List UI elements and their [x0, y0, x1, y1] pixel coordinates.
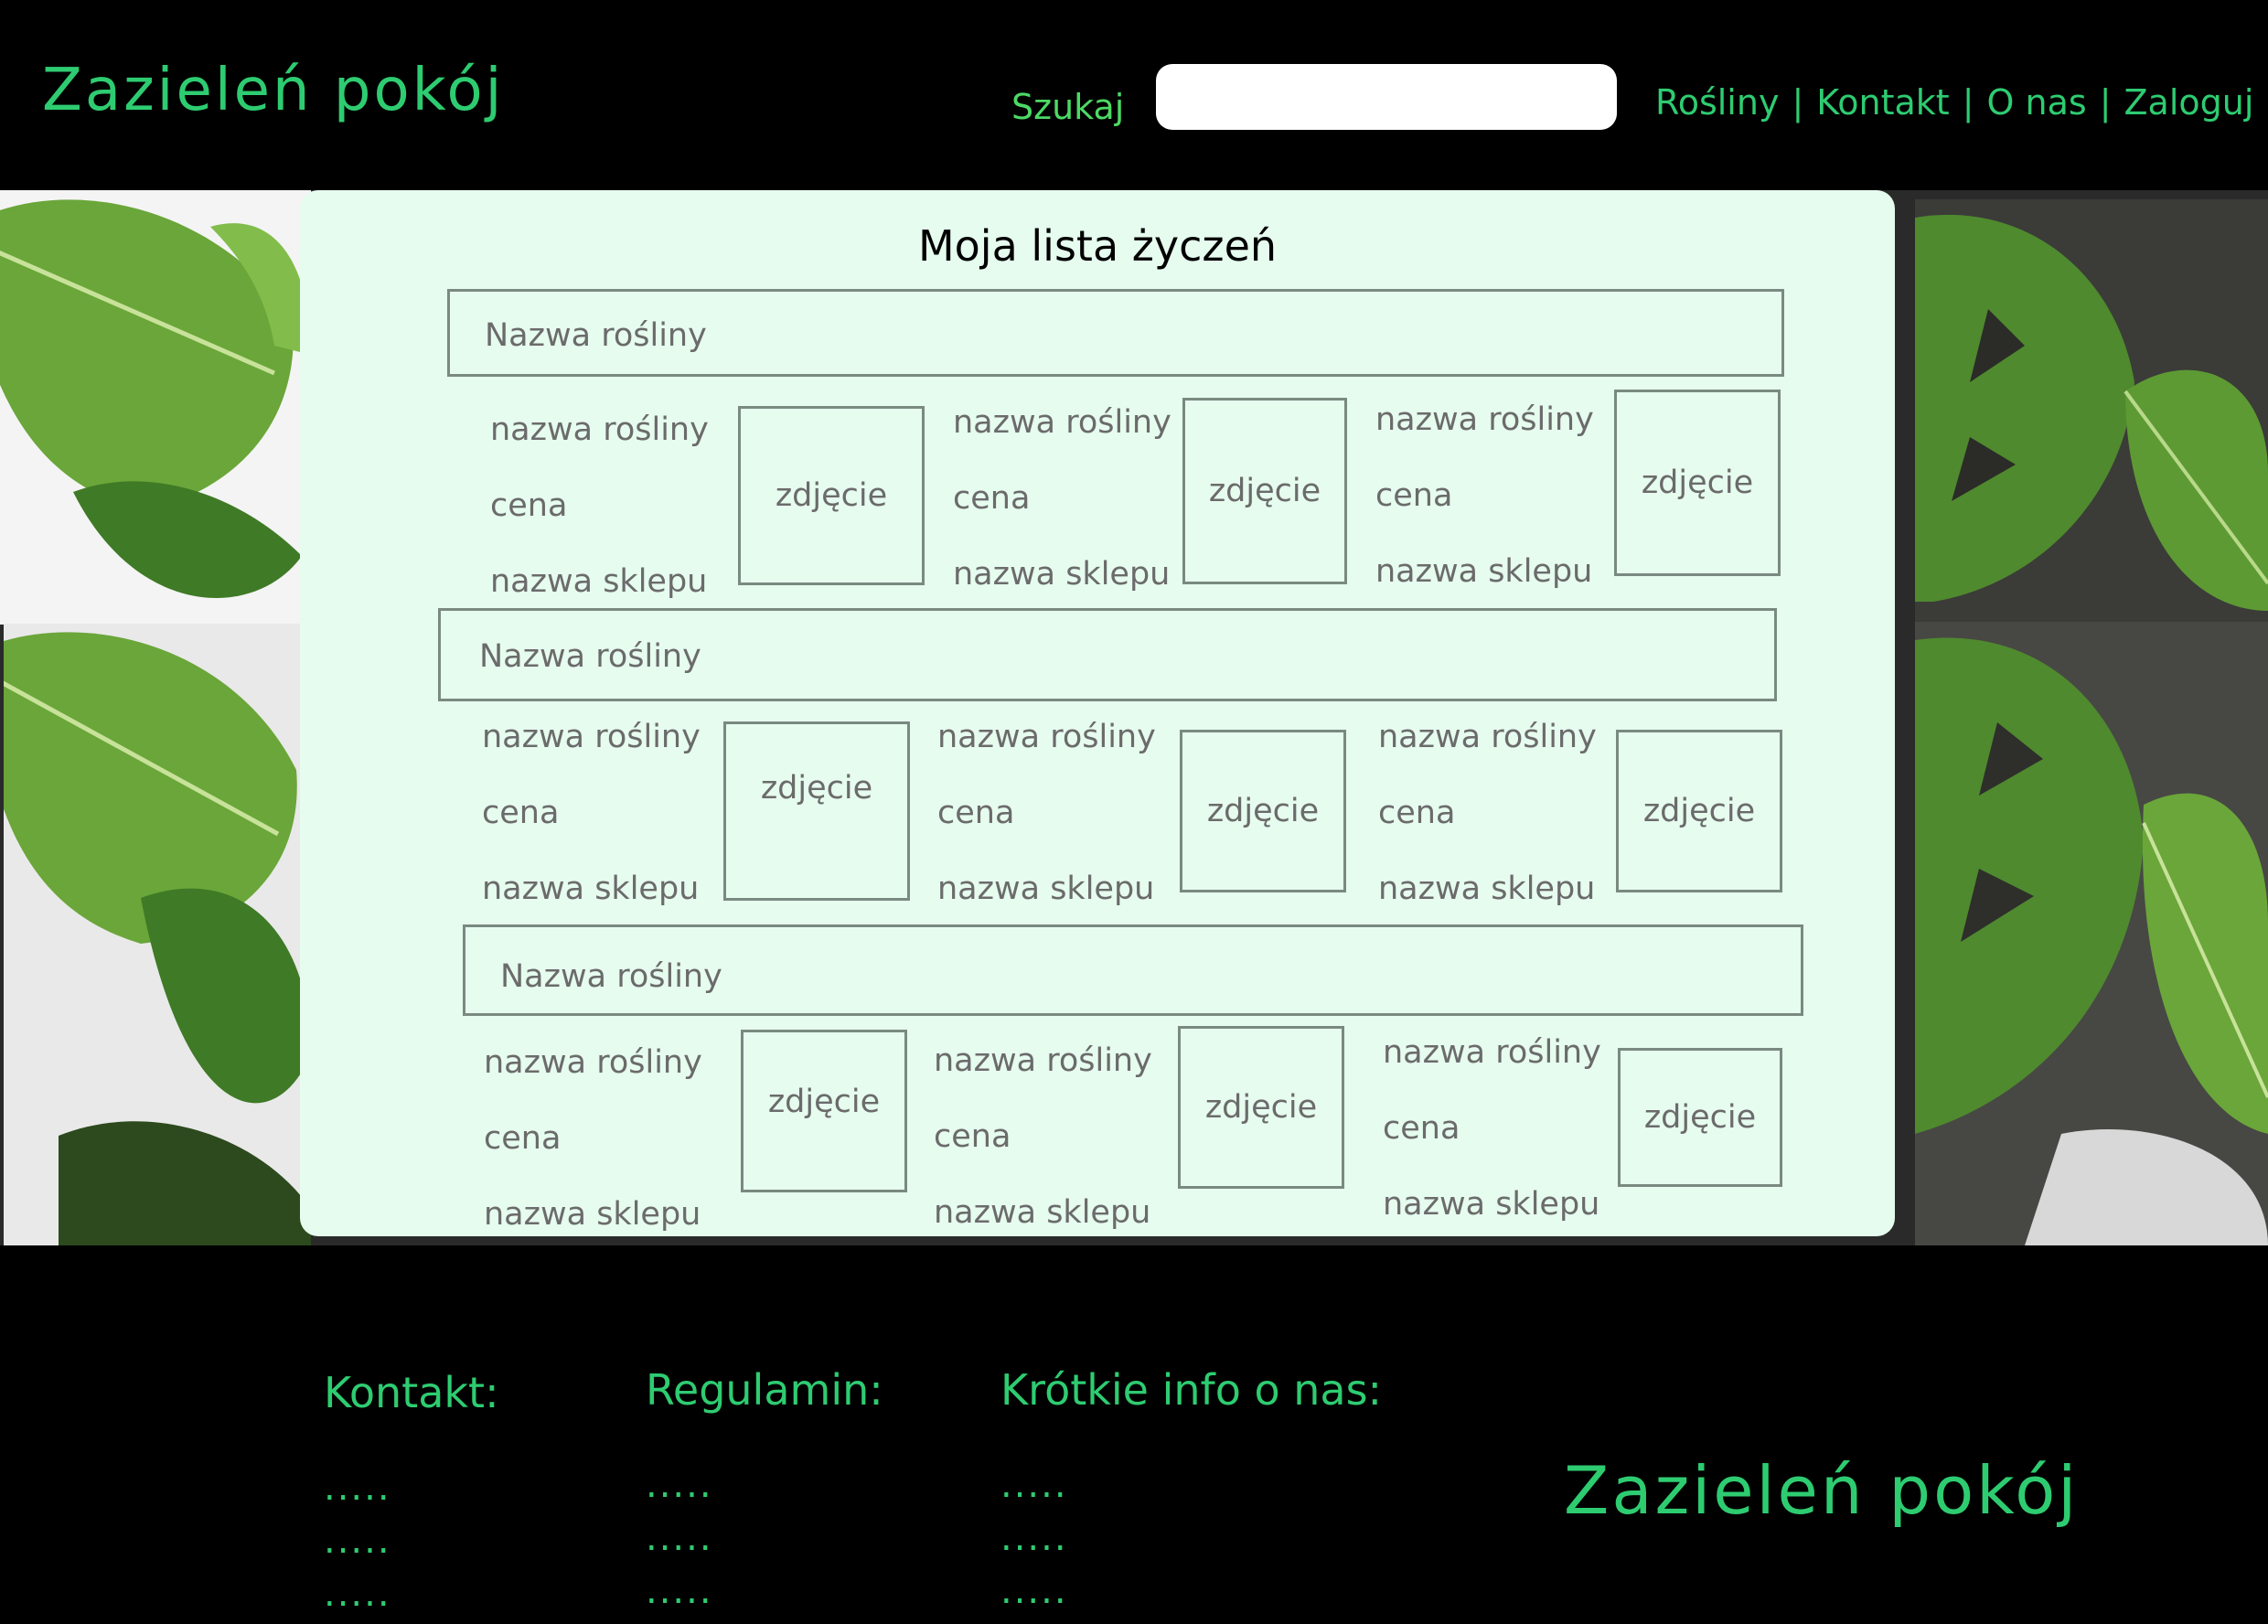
item-photo-placeholder[interactable]: zdjęcie: [1182, 398, 1347, 584]
footer-line[interactable]: .....: [324, 1567, 499, 1620]
item-price: cena: [1383, 1110, 1460, 1147]
photo-label: zdjęcie: [1208, 473, 1321, 509]
item-photo-placeholder[interactable]: zdjęcie: [1618, 1048, 1782, 1187]
leaf-image-left-top: [0, 190, 311, 625]
page-title: Moja lista życzeń: [917, 221, 1278, 271]
site-logo[interactable]: Zazieleń pokój: [42, 57, 504, 124]
leaf-image-left-bottom: [4, 624, 311, 1245]
footer-line[interactable]: .....: [1000, 1458, 1382, 1512]
footer-line[interactable]: .....: [646, 1458, 883, 1512]
plant-group-header[interactable]: Nazwa rośliny: [463, 924, 1803, 1016]
item-photo-placeholder[interactable]: zdjęcie: [741, 1030, 907, 1192]
photo-label: zdjęcie: [1206, 793, 1320, 829]
footer-column-about: Krótkie info o nas: ..... ..... .....: [1000, 1365, 1382, 1618]
item-photo-placeholder[interactable]: zdjęcie: [738, 406, 925, 585]
leaf-image-right-bottom: [1915, 622, 2268, 1245]
item-shop-name: nazwa sklepu: [1378, 871, 1596, 907]
item-price: cena: [482, 795, 560, 831]
item-photo-placeholder[interactable]: zdjęcie: [1180, 730, 1346, 892]
footer-line[interactable]: .....: [324, 1461, 499, 1514]
item-shop-name: nazwa sklepu: [490, 563, 708, 600]
nav-link-zaloguj[interactable]: Zaloguj: [2124, 82, 2254, 123]
item-shop-name: nazwa sklepu: [934, 1194, 1151, 1231]
nav-separator: |: [1962, 82, 1974, 123]
item-price: cena: [490, 487, 568, 524]
nav-link-kontakt[interactable]: Kontakt: [1816, 82, 1949, 123]
footer-heading: Regulamin:: [646, 1365, 883, 1415]
footer-heading: Krótkie info o nas:: [1000, 1365, 1383, 1415]
item-shop-name: nazwa sklepu: [484, 1196, 701, 1233]
plant-group-label: Nazwa rośliny: [500, 958, 722, 995]
photo-label: zdjęcie: [775, 477, 888, 514]
photo-label: zdjęcie: [1643, 1099, 1757, 1136]
footer-column-terms: Regulamin: ..... ..... .....: [646, 1365, 883, 1618]
plant-group-header[interactable]: Nazwa rośliny: [447, 289, 1784, 377]
item-shop-name: nazwa sklepu: [482, 871, 700, 907]
nav-link-o-nas[interactable]: O nas: [1987, 82, 2087, 123]
item-photo-placeholder[interactable]: zdjęcie: [1614, 390, 1781, 576]
plant-group-label: Nazwa rośliny: [485, 317, 707, 354]
photo-label: zdjęcie: [1641, 465, 1754, 501]
item-plant-name: nazwa rośliny: [934, 1042, 1152, 1079]
footer-logo[interactable]: Zazieleń pokój: [1564, 1452, 2079, 1529]
nav-separator: |: [1792, 82, 1804, 123]
item-plant-name: nazwa rośliny: [490, 411, 709, 448]
photo-label: zdjęcie: [760, 770, 873, 807]
footer-column-contact: Kontakt: ..... ..... .....: [324, 1368, 499, 1620]
footer-line[interactable]: .....: [646, 1512, 883, 1565]
plant-group-header[interactable]: Nazwa rośliny: [438, 608, 1777, 701]
item-photo-placeholder[interactable]: zdjęcie: [723, 721, 910, 901]
item-photo-placeholder[interactable]: zdjęcie: [1616, 730, 1782, 892]
footer-heading: Kontakt:: [324, 1368, 499, 1417]
item-price: cena: [934, 1118, 1011, 1155]
footer-line[interactable]: .....: [1000, 1565, 1382, 1618]
footer-line[interactable]: .....: [324, 1514, 499, 1567]
item-plant-name: nazwa rośliny: [953, 404, 1171, 441]
item-plant-name: nazwa rośliny: [937, 719, 1156, 755]
item-price: cena: [953, 480, 1031, 517]
photo-label: zdjęcie: [1642, 793, 1756, 829]
item-shop-name: nazwa sklepu: [937, 871, 1155, 907]
item-price: cena: [937, 795, 1015, 831]
item-shop-name: nazwa sklepu: [953, 556, 1171, 593]
item-photo-placeholder[interactable]: zdjęcie: [1178, 1026, 1344, 1189]
item-price: cena: [484, 1120, 562, 1157]
item-plant-name: nazwa rośliny: [484, 1044, 702, 1081]
footer-line[interactable]: .....: [1000, 1512, 1382, 1565]
item-plant-name: nazwa rośliny: [482, 719, 701, 755]
photo-label: zdjęcie: [1204, 1089, 1318, 1126]
nav-separator: |: [2099, 82, 2112, 123]
photo-label: zdjęcie: [767, 1084, 881, 1120]
item-plant-name: nazwa rośliny: [1375, 401, 1594, 438]
plant-group-label: Nazwa rośliny: [479, 638, 701, 675]
main-nav: Rośliny | Kontakt | O nas | Zaloguj: [1655, 82, 2253, 123]
item-price: cena: [1375, 477, 1453, 514]
item-shop-name: nazwa sklepu: [1383, 1186, 1600, 1223]
wishlist-card: Moja lista życzeń Nazwa rośliny nazwa ro…: [300, 190, 1895, 1236]
nav-link-rosliny[interactable]: Rośliny: [1655, 82, 1779, 123]
leaf-image-right-top: [1915, 199, 2268, 625]
search-input[interactable]: [1156, 64, 1617, 130]
footer-line[interactable]: .....: [646, 1565, 883, 1618]
item-plant-name: nazwa rośliny: [1383, 1034, 1601, 1071]
item-plant-name: nazwa rośliny: [1378, 719, 1597, 755]
search-label: Szukaj: [1011, 87, 1125, 127]
item-shop-name: nazwa sklepu: [1375, 553, 1593, 590]
item-price: cena: [1378, 795, 1456, 831]
